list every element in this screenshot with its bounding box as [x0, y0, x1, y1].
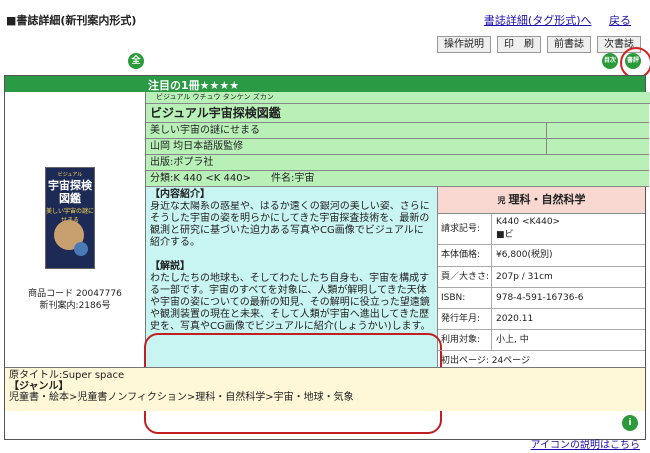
featured-bar: 注目の1冊★★★★ — [5, 76, 645, 92]
genre-heading: 【ジャンル】 — [9, 381, 69, 392]
target-value: 小上, 中 — [496, 335, 529, 345]
book-publisher: 出版:ポプラ社 — [146, 155, 649, 171]
cover-line3: 図鑑 — [59, 192, 81, 205]
product-code: 商品コード 20047776 新刊案内:2186号 — [5, 288, 145, 312]
new-issue-text: 新刊案内:2186号 — [39, 301, 111, 311]
content-text: 身近な太陽系の惑星や、はるか遠くの銀河の美しい姿、さらにそうした宇宙の姿を明らか… — [150, 201, 430, 248]
isbn-value: 978-4-591-16736-6 — [496, 293, 584, 303]
info-icon[interactable]: i — [622, 415, 638, 431]
prev-record-button[interactable]: 前書誌 — [547, 36, 591, 53]
isbn-row: ISBN: 978-4-591-16736-6 — [438, 288, 645, 309]
footer-panel: 原タイトル:Super space 【ジャンル】 児童書・絵本>児童書ノンフィク… — [5, 367, 645, 411]
target-row: 利用対象: 小上, 中 — [438, 330, 645, 351]
book-title: ビジュアル宇宙探検図鑑 — [146, 104, 649, 123]
price-value: ¥6,800(税別) — [496, 250, 553, 260]
original-title: 原タイトル:Super space — [9, 370, 125, 381]
all-icon[interactable]: 全 — [128, 53, 144, 69]
pages-value: 207p / 31cm — [496, 272, 553, 282]
year-row: 発行年月: 2020.11 — [438, 309, 645, 330]
isbn-label: ISBN: — [438, 288, 492, 308]
pages-row: 頁／大きさ: 207p / 31cm — [438, 267, 645, 288]
cover-column: ビジュアル 宇宙探検 図鑑 美しい宇宙の謎にせまる 商品コード 20047776… — [5, 92, 146, 367]
target-label: 利用対象: — [438, 330, 492, 350]
subject-text: 理科・自然科学 — [508, 193, 586, 206]
tag-format-link[interactable]: 書誌詳細(タグ形式)へ — [484, 14, 592, 27]
cover-planet-small — [74, 242, 88, 256]
subject-prefix: 児 — [497, 196, 506, 205]
help-button[interactable]: 操作説明 — [437, 36, 491, 53]
back-link[interactable]: 戻る — [609, 14, 631, 27]
commentary-heading: 【解説】 — [150, 261, 190, 272]
subject-header: 児理科・自然科学 — [438, 187, 645, 214]
content-heading: 【内容紹介】 — [150, 189, 210, 200]
commentary-text: わたしたちの地球も、そしてわたしたち自身も、宇宙を構成する一部です。宇宙のすべて… — [150, 273, 431, 332]
top-links: 書誌詳細(タグ形式)へ 戻る — [470, 12, 631, 28]
book-subtitle-row: 美しい宇宙の謎にせまる — [146, 123, 649, 139]
book-classification: 分類:K 440 <K 440> 件名:宇宙 — [146, 171, 649, 187]
price-label: 本体価格: — [438, 245, 492, 266]
toolbar: 操作説明 印 刷 前書誌 次書誌 — [437, 36, 641, 53]
title-kana: ビジュアル ウチュウ タンケン ズカン — [146, 92, 650, 104]
page-title: ■書誌詳細(新刊案内形式) — [6, 14, 137, 27]
year-label: 発行年月: — [438, 309, 492, 329]
price-row: 本体価格: ¥6,800(税別) — [438, 245, 645, 267]
book-cover-image[interactable]: ビジュアル 宇宙探検 図鑑 美しい宇宙の謎にせまる — [45, 167, 95, 269]
book-author-row: 山岡 均日本語版監修 — [146, 139, 649, 155]
call-number-value-wrap: K440 <K440> ■ビ — [492, 214, 560, 244]
icon-help-link[interactable]: アイコンの説明はこちら — [531, 440, 641, 451]
cover-line2: 宇宙探検 — [48, 179, 92, 192]
featured-label: 注目の1冊★★★★ — [148, 79, 240, 92]
cover-line1: ビジュアル — [57, 172, 83, 178]
book-subtitle: 美しい宇宙の謎にせまる — [150, 125, 260, 136]
call-number-value: K440 <K440> — [496, 217, 561, 227]
book-author: 山岡 均日本語版監修 — [150, 141, 244, 152]
pages-label: 頁／大きさ: — [438, 267, 492, 287]
record-frame: 注目の1冊★★★★ ビジュアル 宇宙探検 図鑑 美しい宇宙の謎にせまる 商品コー… — [4, 75, 650, 440]
call-number-row: 請求記号: K440 <K440> ■ビ — [438, 214, 645, 245]
product-code-text: 商品コード 20047776 — [28, 289, 122, 299]
call-number-extra: ■ビ — [496, 230, 514, 240]
genre-path: 児童書・絵本>児童書ノンフィクション>理科・自然科学>宇宙・地球・気象 — [9, 392, 354, 403]
year-value: 2020.11 — [496, 314, 534, 324]
icon-help-wrap: アイコンの説明はこちら — [531, 436, 641, 451]
toc-icon[interactable]: 目次 — [602, 53, 618, 69]
call-number-label: 請求記号: — [438, 214, 492, 244]
print-button[interactable]: 印 刷 — [497, 36, 541, 53]
details-panel: 児理科・自然科学 請求記号: K440 <K440> ■ビ 本体価格: ¥6,8… — [438, 187, 645, 367]
